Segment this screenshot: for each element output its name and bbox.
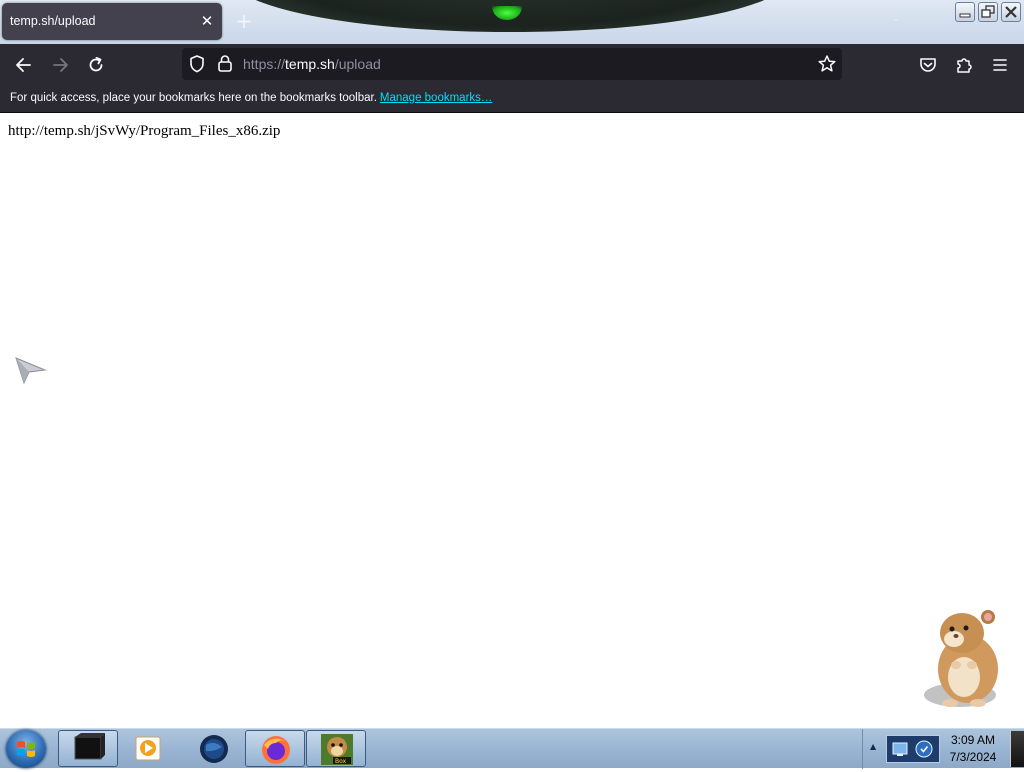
- page-content: http://temp.sh/jSvWy/Program_Files_x86.z…: [0, 113, 1024, 728]
- network-icon[interactable]: [892, 742, 908, 756]
- windows-logo-icon: [17, 741, 35, 757]
- pocket-button[interactable]: [916, 53, 940, 77]
- extensions-button[interactable]: [952, 53, 976, 77]
- clock-time[interactable]: 3:09 AM: [944, 733, 1002, 747]
- clock-date[interactable]: 7/3/2024: [944, 750, 1002, 764]
- start-button[interactable]: [6, 730, 46, 768]
- taskbar-app-globe[interactable]: [184, 730, 244, 767]
- taskbar-app-terminal[interactable]: [58, 730, 118, 767]
- tab-close-icon[interactable]: ✕: [198, 12, 216, 30]
- manage-bookmarks-link[interactable]: Manage bookmarks…: [380, 92, 493, 104]
- close-window-button[interactable]: [1001, 2, 1021, 22]
- mouse-cursor-icon: [14, 355, 48, 389]
- forward-button[interactable]: [48, 53, 72, 77]
- minimize-button[interactable]: [955, 2, 975, 22]
- lock-icon[interactable]: [216, 54, 234, 78]
- restore-icon: [981, 5, 995, 18]
- taskbar-app-bonzi[interactable]: Box: [306, 730, 366, 767]
- pocket-icon: [920, 58, 936, 72]
- browser-tab-active[interactable]: temp.sh/upload ✕: [2, 3, 222, 40]
- taskbar-app-firefox[interactable]: [245, 730, 305, 767]
- navigation-toolbar: https://temp.sh/upload: [0, 44, 1024, 86]
- globe-app-icon: [200, 735, 228, 763]
- tray-icons: [886, 735, 940, 763]
- taskbar-app-media-player[interactable]: [120, 730, 180, 767]
- terminal-window-icon: [74, 733, 105, 760]
- bookmarks-toolbar: For quick access, place your bookmarks h…: [0, 86, 1024, 113]
- new-tab-icon[interactable]: +: [234, 11, 254, 31]
- puzzle-icon: [957, 58, 972, 73]
- media-player-icon: [135, 736, 161, 761]
- hamburger-menu-icon: [993, 59, 1007, 71]
- uploaded-file-url: http://temp.sh/jSvWy/Program_Files_x86.z…: [8, 123, 281, 139]
- game-app-icon: Box: [321, 734, 353, 765]
- close-icon: [1005, 6, 1017, 18]
- reload-icon: [89, 56, 103, 72]
- svg-text:Box: Box: [335, 758, 347, 765]
- bookmarks-empty-message: For quick access, place your bookmarks h…: [10, 92, 493, 104]
- star-icon[interactable]: [817, 54, 837, 78]
- arrow-left-icon: [16, 58, 31, 72]
- tab-strip: temp.sh/upload ✕ + ⌄: [0, 0, 1024, 44]
- windows-taskbar: Box ▲ 3:09 AM 7/3/2024: [0, 728, 1024, 769]
- show-desktop-button[interactable]: [1010, 731, 1024, 767]
- restore-button[interactable]: [978, 2, 998, 22]
- show-hidden-icons-icon[interactable]: ▲: [870, 742, 876, 751]
- address-bar[interactable]: https://temp.sh/upload: [182, 48, 842, 80]
- system-tray: ▲ 3:09 AM 7/3/2024: [862, 729, 1024, 769]
- app-menu-button[interactable]: [988, 53, 1012, 77]
- url-text[interactable]: https://temp.sh/upload: [243, 56, 381, 72]
- security-shield-icon[interactable]: [915, 740, 933, 758]
- shield-icon[interactable]: [188, 54, 206, 78]
- firefox-icon: [262, 736, 290, 764]
- list-all-tabs-icon[interactable]: ⌄: [888, 13, 904, 29]
- desktop-wallpaper: [230, 0, 790, 32]
- minimize-icon: [959, 13, 971, 18]
- reload-button[interactable]: [84, 53, 108, 77]
- arrow-right-icon: [53, 58, 68, 72]
- back-button[interactable]: [12, 53, 36, 77]
- hamster-desktop-pet[interactable]: [916, 603, 1012, 717]
- tab-title: temp.sh/upload: [10, 14, 96, 28]
